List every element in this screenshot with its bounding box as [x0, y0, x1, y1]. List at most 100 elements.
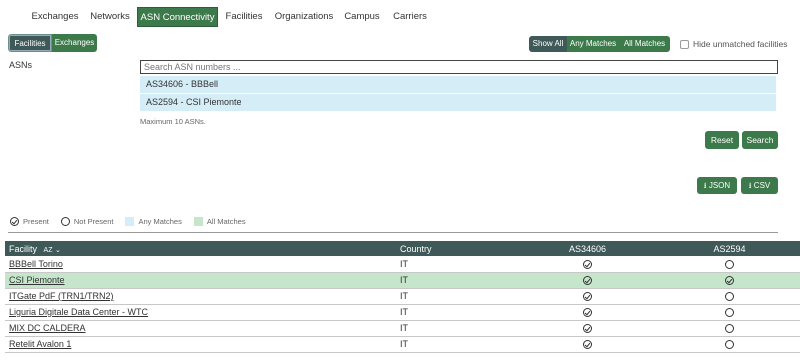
match-filter-group: Show All Any Matches All Matches	[529, 36, 670, 52]
all-matches-swatch	[193, 216, 203, 226]
selected-asn-item[interactable]: AS2594 - CSI Piemonte	[140, 94, 776, 111]
table-row: Liguria Digitale Data Center - WTC IT	[5, 304, 800, 320]
legend-not-present: Not Present	[60, 216, 114, 226]
selected-asn-list: AS34606 - BBBell AS2594 - CSI Piemonte	[140, 76, 776, 112]
country-cell: IT	[400, 323, 408, 333]
tab-carriers[interactable]: Carriers	[390, 7, 430, 27]
tab-asn-connectivity[interactable]: ASN Connectivity	[137, 7, 218, 27]
legend-any-label: Any Matches	[138, 216, 182, 226]
legend-not-present-label: Not Present	[73, 216, 114, 226]
export-json-button[interactable]: ⭳ JSON	[697, 177, 737, 194]
tab-campus[interactable]: Campus	[342, 7, 382, 27]
legend-any-matches: Any Matches	[125, 216, 182, 226]
country-cell: IT	[400, 258, 408, 269]
asn1-column-header[interactable]: AS34606	[516, 241, 659, 256]
search-button[interactable]: Search	[742, 131, 778, 149]
facility-cell: Liguria Digitale Data Center - WTC	[5, 304, 396, 320]
asn1-status-cell	[516, 320, 659, 336]
show-all-button[interactable]: Show All	[529, 36, 567, 52]
asn2-status-cell	[659, 304, 800, 320]
export-csv-label: CSV	[753, 181, 771, 190]
country-column-header[interactable]: Country	[396, 241, 516, 256]
download-icon: ⭳	[748, 181, 752, 190]
any-matches-swatch	[125, 216, 135, 226]
facility-column-header[interactable]: Facility AZ ⌄	[5, 241, 396, 256]
facility-cell: BBBell Torino	[5, 256, 396, 272]
facility-header-label: Facility	[9, 243, 38, 254]
mode-toggle: Facilities Exchanges	[8, 34, 97, 52]
empty-circle-icon	[725, 340, 734, 350]
download-icon: ⭳	[703, 181, 707, 190]
empty-circle-icon	[725, 259, 734, 269]
export-csv-button[interactable]: ⭳ CSV	[741, 177, 778, 194]
facility-link[interactable]: Retelit Avalon 1	[9, 339, 71, 349]
facility-cell: MIX DC CALDERA	[5, 320, 396, 336]
tab-exchanges[interactable]: Exchanges	[26, 7, 84, 27]
any-matches-button[interactable]: Any Matches	[567, 36, 619, 52]
empty-circle-icon	[60, 216, 70, 226]
all-matches-button[interactable]: All Matches	[619, 36, 670, 52]
check-circle-icon	[583, 292, 592, 302]
table-row: ITGate PdF (TRN1/TRN2) IT	[5, 288, 800, 304]
country-cell: IT	[400, 291, 408, 301]
export-json-label: JSON	[708, 181, 731, 190]
table-body: BBBell Torino IT CSI Piemonte IT ITGate PdF …	[5, 256, 800, 352]
country-cell: IT	[400, 339, 408, 349]
hide-unmatched-label: Hide unmatched facilities	[693, 39, 788, 49]
selected-asn-item[interactable]: AS34606 - BBBell	[140, 76, 776, 93]
table-row: CSI Piemonte IT	[5, 272, 800, 288]
asn1-status-cell	[516, 288, 659, 304]
legend-present: Present	[10, 216, 49, 226]
empty-circle-icon	[725, 308, 734, 318]
asn2-status-cell	[659, 336, 800, 352]
facility-link[interactable]: MIX DC CALDERA	[9, 323, 86, 333]
sort-az-icon[interactable]: AZ	[44, 247, 53, 254]
asn1-status-cell	[516, 304, 659, 320]
empty-circle-icon	[725, 324, 734, 334]
facility-link[interactable]: BBBell Torino	[9, 259, 63, 269]
check-circle-icon	[583, 308, 592, 318]
asn2-status-cell	[659, 272, 800, 288]
table-row: BBBell Torino IT	[5, 256, 800, 272]
asns-label: ASNs	[9, 60, 33, 70]
asn2-status-cell	[659, 320, 800, 336]
asn2-column-header[interactable]: AS2594	[659, 241, 800, 256]
exchanges-mode-button[interactable]: Exchanges	[52, 34, 97, 52]
check-circle-icon	[583, 340, 592, 350]
facilities-mode-button[interactable]: Facilities	[8, 34, 52, 52]
tab-facilities[interactable]: Facilities	[222, 7, 266, 27]
facility-link[interactable]: CSI Piemonte	[9, 275, 65, 285]
country-cell: IT	[400, 275, 408, 285]
facility-cell: Retelit Avalon 1	[5, 336, 396, 352]
top-nav: Exchanges Networks ASN Connectivity Faci…	[0, 7, 800, 27]
table-header-row: Facility AZ ⌄ Country AS34606 AS2594	[5, 241, 800, 256]
facility-cell: ITGate PdF (TRN1/TRN2)	[5, 288, 396, 304]
legend-divider	[8, 232, 778, 233]
asn2-status-cell	[659, 256, 800, 272]
tab-organizations[interactable]: Organizations	[274, 7, 334, 27]
hide-unmatched-toggle[interactable]: Hide unmatched facilities	[680, 38, 788, 50]
tab-networks[interactable]: Networks	[88, 7, 132, 27]
check-circle-icon	[583, 324, 592, 334]
table-row: Retelit Avalon 1 IT	[5, 336, 800, 352]
check-circle-icon	[583, 276, 592, 286]
asn1-status-cell	[516, 336, 659, 352]
hide-unmatched-checkbox[interactable]	[680, 39, 689, 49]
legend: Present Not Present Any Matches All Matc…	[10, 214, 258, 228]
asn-search-input[interactable]	[140, 60, 778, 74]
country-cell: IT	[400, 307, 408, 317]
facility-link[interactable]: Liguria Digitale Data Center - WTC	[9, 307, 148, 317]
results-table: Facility AZ ⌄ Country AS34606 AS2594 BBB…	[5, 241, 800, 353]
facility-link[interactable]: ITGate PdF (TRN1/TRN2)	[9, 291, 114, 301]
asn2-status-cell	[659, 288, 800, 304]
reset-button[interactable]: Reset	[705, 131, 739, 149]
chevron-down-icon[interactable]: ⌄	[55, 247, 61, 254]
asn1-status-cell	[516, 256, 659, 272]
max-asns-note: Maximum 10 ASNs.	[140, 117, 206, 126]
table-row: MIX DC CALDERA IT	[5, 320, 800, 336]
check-circle-icon	[583, 259, 592, 269]
empty-circle-icon	[725, 292, 734, 302]
legend-present-label: Present	[23, 216, 49, 226]
check-circle-icon	[10, 216, 19, 226]
asn1-status-cell	[516, 272, 659, 288]
